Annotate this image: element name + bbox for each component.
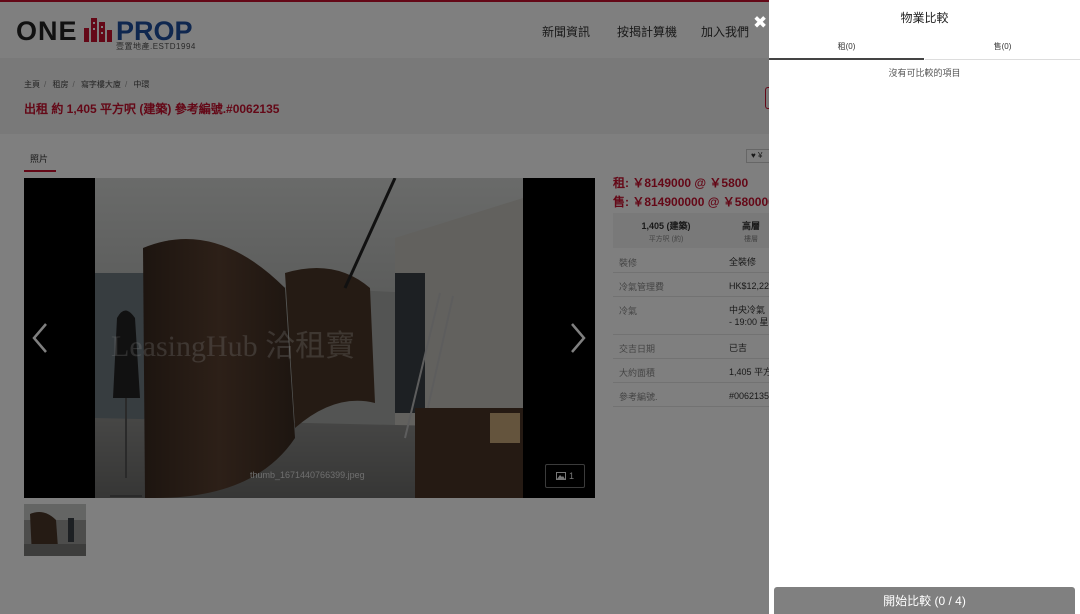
empty-message: 沒有可比較的項目 bbox=[888, 68, 961, 78]
tab-compare-sale[interactable]: 售(0) bbox=[925, 34, 1080, 60]
tab-compare-rent[interactable]: 租(0) bbox=[769, 34, 924, 60]
drawer-title: 物業比較 bbox=[900, 11, 949, 25]
start-compare-button[interactable]: 開始比較 (0 / 4) bbox=[774, 587, 1075, 614]
close-icon[interactable]: ✖ bbox=[753, 14, 767, 31]
compare-drawer: 物業比較 租(0) 售(0) 沒有可比較的項目 開始比較 (0 / 4) bbox=[769, 0, 1080, 614]
modal-backdrop[interactable] bbox=[0, 0, 769, 614]
